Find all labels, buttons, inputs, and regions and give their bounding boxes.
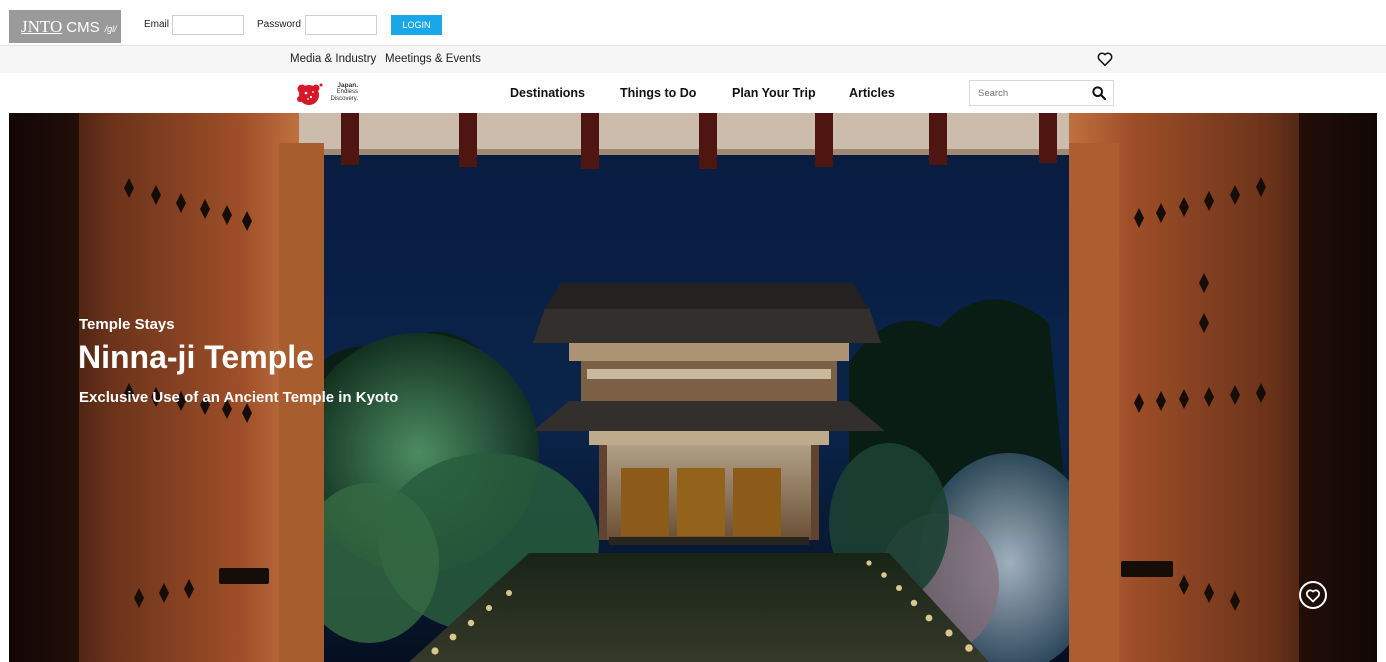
hero-category[interactable]: Temple Stays [79,316,175,333]
main-navigation: Japan. Endless Discovery. Destinations T… [0,73,1386,113]
hero-title[interactable]: Ninna-ji Temple [78,339,314,376]
cms-admin-bar: JNTO CMS/gl/ Email Password LOGIN [0,0,1386,45]
brand-line-2: Endless [336,89,358,95]
utility-link-media-industry[interactable]: Media & Industry [290,53,376,65]
nav-plan-your-trip[interactable]: Plan Your Trip [732,86,816,100]
nav-destinations[interactable]: Destinations [510,86,585,100]
search-box [969,80,1114,106]
nav-things-to-do[interactable]: Things to Do [620,86,696,100]
brand-logo[interactable]: Japan. Endless Discovery. [295,80,365,108]
hero-subtitle: Exclusive Use of an Ancient Temple in Ky… [79,389,399,406]
brand-line-3: Discovery. [330,96,358,102]
brand-line-1: Japan. [337,82,358,89]
nav-articles[interactable]: Articles [849,86,895,100]
utility-link-meetings-events[interactable]: Meetings & Events [385,53,481,65]
heart-circle-icon[interactable] [1298,580,1328,610]
search-input[interactable] [970,81,1085,105]
japan-brand-mark [297,83,323,105]
heart-outline-icon[interactable] [1096,50,1114,68]
email-field[interactable] [172,15,244,35]
cms-logo-jnto: JNTO [21,17,63,36]
cms-logo[interactable]: JNTO CMS/gl/ [9,10,121,43]
password-field[interactable] [305,15,377,35]
hero-photo-temple-gate [9,113,1377,662]
utility-bar: Media & Industry Meetings & Events [0,45,1386,73]
login-button[interactable]: LOGIN [391,15,442,35]
cms-logo-env: /gl/ [104,24,117,34]
hero-banner[interactable]: Temple Stays Ninna-ji Temple Exclusive U… [9,113,1377,662]
search-icon[interactable] [1091,85,1107,101]
cms-logo-cms: CMS [66,19,100,36]
brand-tagline: Japan. Endless Discovery. [326,82,358,103]
email-label: Email [144,19,170,30]
password-label: Password [257,19,301,30]
